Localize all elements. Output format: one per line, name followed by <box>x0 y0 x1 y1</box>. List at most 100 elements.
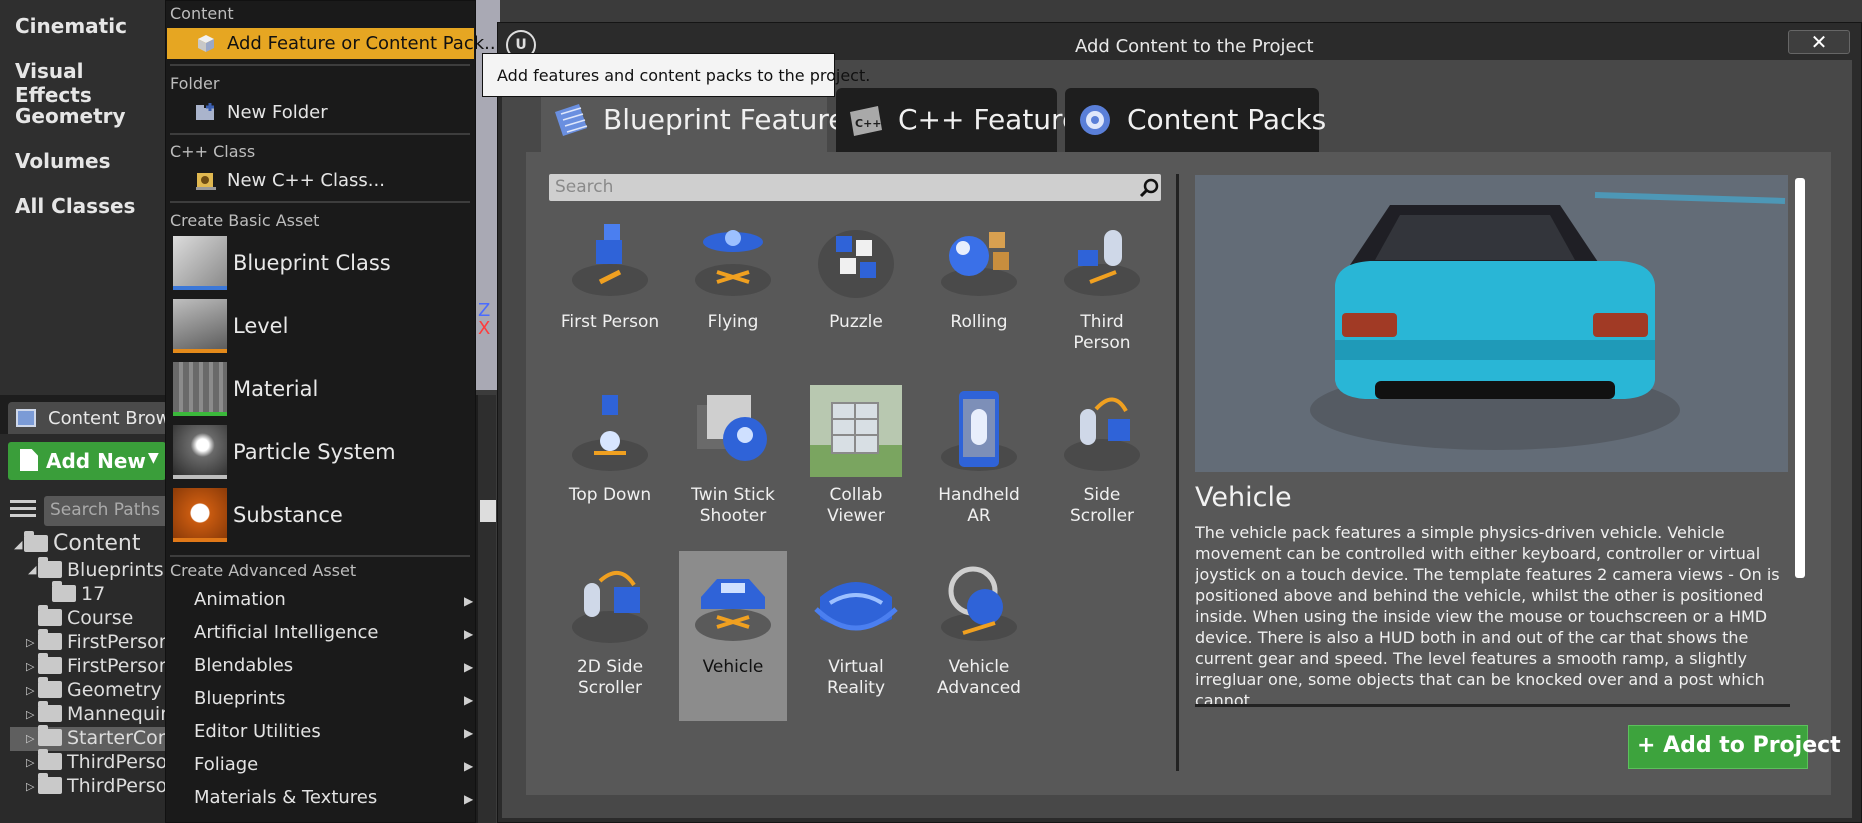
flying-icon <box>695 230 771 296</box>
category-volumes[interactable]: Volumes <box>15 149 111 173</box>
tree-item-startercontent[interactable]: StarterCon <box>38 725 170 749</box>
menu-item-blueprint-class[interactable]: Blueprint Class <box>233 251 391 275</box>
template-vehicle[interactable]: Vehicle <box>679 551 787 721</box>
tree-item-17[interactable]: 17 <box>52 581 105 605</box>
expand-arrow-icon[interactable]: ▷ <box>26 660 34 673</box>
menu-item-blendables[interactable]: Blendables <box>194 655 293 676</box>
template-top-down[interactable]: Top Down <box>556 379 664 549</box>
collapse-arrow-icon[interactable]: ◢ <box>14 538 22 551</box>
template-rolling[interactable]: Rolling <box>925 206 1033 376</box>
tree-item-thirdperson-2[interactable]: ThirdPerso <box>38 773 167 797</box>
menu-item-animation[interactable]: Animation <box>194 589 286 610</box>
template-twin-stick-shooter[interactable]: Twin Stick Shooter <box>679 379 787 549</box>
template-label: 2D Side Scroller <box>576 657 644 698</box>
close-button[interactable]: ✕ <box>1788 30 1850 54</box>
tree-item-label: FirstPerson <box>67 655 171 677</box>
vehicle-preview-image <box>1195 175 1788 472</box>
tree-item-content[interactable]: Content <box>24 531 141 556</box>
menu-item-level[interactable]: Level <box>233 314 288 338</box>
menu-item-particle-system[interactable]: Particle System <box>233 440 396 464</box>
template-label: Handheld AR <box>938 485 1020 526</box>
expand-arrow-icon[interactable]: ▷ <box>26 756 34 769</box>
folder-icon <box>38 725 62 746</box>
view-options-icon[interactable] <box>480 500 496 522</box>
template-vehicle-advanced[interactable]: Vehicle Advanced <box>925 551 1033 721</box>
collapse-arrow-icon[interactable]: ◢ <box>28 563 36 576</box>
template-2d-side-scroller[interactable]: 2D Side Scroller <box>556 551 664 721</box>
chevron-down-icon: ▼ <box>148 450 159 466</box>
vehicle-advanced-icon <box>941 566 1017 641</box>
tree-item-course[interactable]: Course <box>38 605 134 629</box>
template-label: Vehicle <box>702 657 764 677</box>
material-icon <box>173 362 227 416</box>
category-visual-effects[interactable]: Visual Effects <box>15 59 166 107</box>
expand-arrow-icon[interactable]: ▷ <box>26 708 34 721</box>
folder-icon <box>38 605 62 626</box>
content-browser-tab[interactable]: Content Brows <box>8 402 180 434</box>
tree-item-blueprints[interactable]: Blueprints <box>38 557 164 581</box>
tab-cpp-feature[interactable]: C++ C++ Feature <box>836 88 1079 152</box>
category-all-classes[interactable]: All Classes <box>15 194 135 218</box>
menu-item-blueprints[interactable]: Blueprints <box>194 688 286 709</box>
rolling-icon <box>941 232 1017 296</box>
tree-item-label: ThirdPerso <box>67 751 168 773</box>
menu-item-material[interactable]: Material <box>233 377 318 401</box>
template-flying[interactable]: Flying <box>679 206 787 376</box>
tree-item-thirdperson[interactable]: ThirdPerso <box>38 749 168 773</box>
expand-arrow-icon[interactable]: ▷ <box>26 780 34 793</box>
level-icon <box>173 299 227 353</box>
template-label: Top Down <box>568 485 652 505</box>
tree-item-geometry[interactable]: Geometry <box>38 677 162 701</box>
expand-arrow-icon[interactable]: ▷ <box>26 684 34 697</box>
tab-label: Content Packs <box>1127 103 1327 136</box>
puzzle-icon <box>818 230 894 298</box>
template-label: Side Scroller <box>1069 485 1135 526</box>
template-collab-viewer[interactable]: Collab Viewer <box>802 379 910 549</box>
template-side-scroller[interactable]: Side Scroller <box>1048 379 1156 549</box>
menu-item-new-folder[interactable]: New Folder <box>227 102 328 123</box>
category-cinematic[interactable]: Cinematic <box>15 14 127 38</box>
submenu-arrow-icon: ▶ <box>464 693 474 707</box>
tab-blueprint-feature[interactable]: Blueprint Feature <box>541 88 845 152</box>
template-puzzle[interactable]: Puzzle <box>802 206 910 376</box>
menu-item-new-cpp-class[interactable]: New C++ Class... <box>227 170 385 191</box>
expand-arrow-icon[interactable]: ▷ <box>26 732 34 745</box>
paths-list-icon[interactable] <box>10 500 36 522</box>
folder-icon <box>38 677 62 698</box>
tree-item-firstperson-2[interactable]: FirstPerson <box>38 653 171 677</box>
add-new-button[interactable]: Add New ▼ <box>8 442 166 480</box>
search-input[interactable]: Search <box>549 174 1161 201</box>
menu-item-foliage[interactable]: Foliage <box>194 754 258 775</box>
plus-icon: + <box>1637 733 1656 758</box>
category-geometry[interactable]: Geometry <box>15 104 126 128</box>
folder-icon <box>24 531 48 552</box>
menu-item-editor-utilities[interactable]: Editor Utilities <box>194 721 321 742</box>
menu-section-folder: Folder <box>170 74 220 93</box>
tab-content-packs[interactable]: Content Packs <box>1065 88 1326 152</box>
template-first-person[interactable]: First Person <box>556 206 664 376</box>
menu-item-substance[interactable]: Substance <box>233 503 343 527</box>
expand-arrow-icon[interactable]: ▷ <box>26 636 34 649</box>
tab-label: Blueprint Feature <box>603 103 846 136</box>
panel-divider <box>1176 174 1179 771</box>
2d-side-scroller-icon <box>572 571 648 643</box>
folder-icon <box>38 701 62 722</box>
add-to-project-button[interactable]: + Add to Project <box>1628 725 1841 769</box>
tree-item-mannequin[interactable]: Mannequin <box>38 701 172 725</box>
description-scrollbar[interactable] <box>1795 178 1805 578</box>
tab-label: C++ Feature <box>898 103 1080 136</box>
search-paths-input[interactable]: Search Paths <box>44 496 172 526</box>
menu-item-artificial-intelligence[interactable]: Artificial Intelligence <box>194 622 379 643</box>
template-third-person[interactable]: Third Person <box>1048 206 1156 376</box>
menu-section-advanced-asset: Create Advanced Asset <box>170 561 357 580</box>
feature-pack-icon <box>198 35 214 52</box>
template-virtual-reality[interactable]: Virtual Reality <box>802 551 910 721</box>
template-handheld-ar[interactable]: Handheld AR <box>925 379 1033 549</box>
virtual-reality-icon <box>814 582 898 631</box>
tree-item-firstperson[interactable]: FirstPerson <box>38 629 171 653</box>
menu-section-cpp-class: C++ Class <box>170 142 256 161</box>
cpp-feature-icon: C++ <box>850 106 882 136</box>
tree-item-label: Course <box>67 607 134 629</box>
menu-item-materials-textures[interactable]: Materials & Textures <box>194 787 377 808</box>
particle-system-icon <box>173 425 227 479</box>
